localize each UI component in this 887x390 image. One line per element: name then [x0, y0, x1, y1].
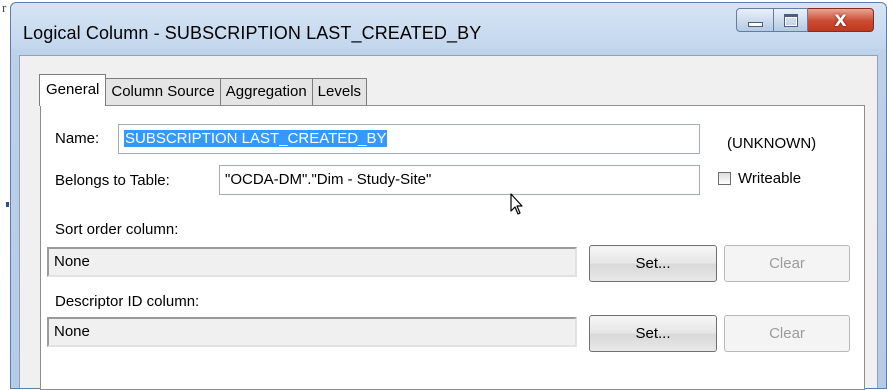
general-tab-panel: Name: SUBSCRIPTION LAST_CREATED_BY (UNKN…: [40, 105, 865, 390]
minimize-button[interactable]: [736, 8, 774, 32]
descriptor-id-column-label: Descriptor ID column:: [55, 293, 200, 310]
name-label: Name:: [55, 130, 100, 147]
mouse-cursor-icon: [510, 193, 523, 215]
tab-general[interactable]: General: [39, 74, 107, 106]
name-input[interactable]: SUBSCRIPTION LAST_CREATED_BY: [118, 124, 700, 154]
sort-order-clear-button[interactable]: Clear: [724, 245, 850, 282]
tab-aggregation[interactable]: Aggregation: [219, 78, 313, 106]
window-controls: X: [736, 8, 874, 34]
name-input-selected-text: SUBSCRIPTION LAST_CREATED_BY: [124, 130, 388, 147]
tab-strip: General Column Source Aggregation Levels: [39, 74, 368, 106]
sort-order-set-button[interactable]: Set...: [589, 245, 717, 282]
descriptor-id-clear-button[interactable]: Clear: [724, 315, 850, 352]
dialog-client-area: General Column Source Aggregation Levels…: [19, 55, 878, 390]
minimize-icon: [747, 21, 763, 27]
sort-order-column-field[interactable]: None: [47, 247, 577, 277]
descriptor-id-column-field[interactable]: None: [47, 317, 577, 347]
tab-levels[interactable]: Levels: [311, 78, 368, 106]
left-edge-mark: [6, 202, 9, 207]
writeable-checkbox[interactable]: [718, 172, 731, 185]
sort-order-column-label: Sort order column:: [55, 221, 179, 238]
corner-glyph: r: [2, 0, 7, 15]
title-bar[interactable]: Logical Column - SUBSCRIPTION LAST_CREAT…: [11, 3, 886, 49]
close-icon: X: [834, 10, 847, 30]
data-type-text: (UNKNOWN): [727, 135, 817, 152]
belongs-to-table-field[interactable]: "OCDA-DM"."Dim - Study-Site": [219, 165, 700, 195]
descriptor-id-set-button[interactable]: Set...: [589, 315, 717, 352]
tab-column-source[interactable]: Column Source: [105, 78, 221, 106]
maximize-icon: [783, 13, 798, 27]
maximize-button[interactable]: [774, 8, 808, 32]
window-title: Logical Column - SUBSCRIPTION LAST_CREAT…: [23, 23, 482, 43]
writeable-label: Writeable: [738, 170, 802, 187]
belongs-to-table-label: Belongs to Table:: [55, 172, 170, 189]
close-button[interactable]: X: [808, 8, 874, 32]
dialog-window: Logical Column - SUBSCRIPTION LAST_CREAT…: [10, 2, 887, 390]
